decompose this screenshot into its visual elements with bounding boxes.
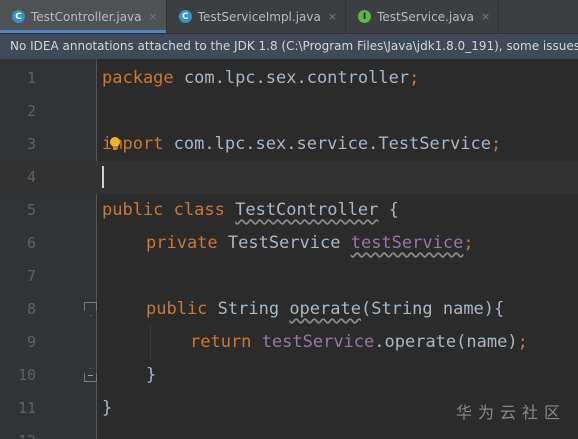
brace: } <box>146 365 157 385</box>
class-icon: C <box>12 10 25 23</box>
method-call: .operate(name) <box>374 332 518 352</box>
close-icon[interactable]: × <box>481 10 490 23</box>
collapse-mark <box>88 375 93 376</box>
return-type: String <box>207 299 290 319</box>
parameters: (String name){ <box>360 299 505 319</box>
indent-guide <box>150 326 151 359</box>
fold-close-icon[interactable] <box>84 368 97 382</box>
field-name: testService <box>350 233 464 253</box>
code-line: 9 return testService.operate(name); <box>0 326 578 359</box>
code-line: 2 <box>0 95 578 128</box>
code-line: 5 public class TestController { <box>0 194 578 227</box>
code-text: private TestService testService; <box>146 227 474 260</box>
current-code-line: 4 <box>0 161 578 194</box>
keyword: private <box>146 233 218 253</box>
code-line: 7 <box>0 260 578 293</box>
code-text: return testService.operate(name); <box>190 326 528 359</box>
lightbulb-icon[interactable] <box>110 137 120 150</box>
semicolon: ; <box>490 134 502 154</box>
line-number: 4 <box>26 168 36 186</box>
keyword: public <box>102 200 164 220</box>
line-number: 7 <box>26 267 36 285</box>
tab-test-service[interactable]: I TestService.java × <box>346 0 500 33</box>
tab-label: TestController.java <box>31 9 142 24</box>
code-text: import com.lpc.sex.service.TestService; <box>102 128 501 161</box>
code-line: 6 private TestService testService; <box>0 227 578 260</box>
line-number: 2 <box>26 102 36 120</box>
tab-label: TestServiceImpl.java <box>197 9 321 24</box>
fold-open-icon[interactable] <box>84 302 97 316</box>
line-number: 11 <box>17 399 36 417</box>
interface-icon: I <box>358 10 372 23</box>
close-icon[interactable]: × <box>149 10 158 23</box>
import-path: com.lpc.sex.service.TestService <box>163 134 491 154</box>
code-text: public String operate(String name){ <box>146 293 504 326</box>
keyword: package <box>102 68 174 88</box>
code-text: } <box>146 359 156 392</box>
editor-tab-bar: C TestController.java × C TestServiceImp… <box>0 0 578 34</box>
tab-label: TestService.java <box>377 9 475 24</box>
line-number: 12 <box>0 425 36 439</box>
semicolon: ; <box>463 233 474 253</box>
class-name: TestController <box>235 200 379 220</box>
tab-test-service-impl[interactable]: C TestServiceImpl.java × <box>167 0 347 33</box>
keyword: public <box>146 299 208 319</box>
line-number: 6 <box>26 234 36 252</box>
line-number: 3 <box>26 135 36 153</box>
tab-test-controller[interactable]: C TestController.java × <box>0 0 167 33</box>
semicolon: ; <box>517 332 528 352</box>
code-text: } <box>102 392 112 425</box>
line-number: 5 <box>26 201 36 219</box>
brace: { <box>378 200 399 220</box>
keyword: class <box>173 200 225 220</box>
code-line: 1 package com.lpc.sex.controller; <box>0 62 578 95</box>
type-name: TestService <box>217 233 351 253</box>
keyword: return <box>190 332 252 352</box>
line-number: 1 <box>26 69 36 87</box>
watermark: 华为云社区 <box>455 403 566 422</box>
code-line: 10 } <box>0 359 578 392</box>
code-line: 12 <box>0 425 578 439</box>
brace: } <box>102 398 113 418</box>
code-line: 3 import com.lpc.sex.service.TestService… <box>0 128 578 161</box>
semicolon: ; <box>409 68 420 88</box>
text-caret <box>102 166 104 188</box>
code-text: package com.lpc.sex.controller; <box>102 62 419 95</box>
close-icon[interactable]: × <box>328 10 337 23</box>
code-text: public class TestController { <box>102 194 399 227</box>
class-icon: C <box>178 10 192 23</box>
code-editor[interactable]: 1 package com.lpc.sex.controller; 2 3 im… <box>0 59 578 439</box>
code-line: 8 public String operate(String name){ <box>0 293 578 326</box>
package-name: com.lpc.sex.controller <box>173 68 410 88</box>
line-number: 10 <box>17 366 36 384</box>
field-reference: testService <box>261 332 375 352</box>
jdk-annotations-banner[interactable]: No IDEA annotations attached to the JDK … <box>0 34 578 59</box>
method-name: operate <box>289 299 361 319</box>
line-number: 9 <box>26 333 36 351</box>
line-number: 8 <box>26 300 36 318</box>
